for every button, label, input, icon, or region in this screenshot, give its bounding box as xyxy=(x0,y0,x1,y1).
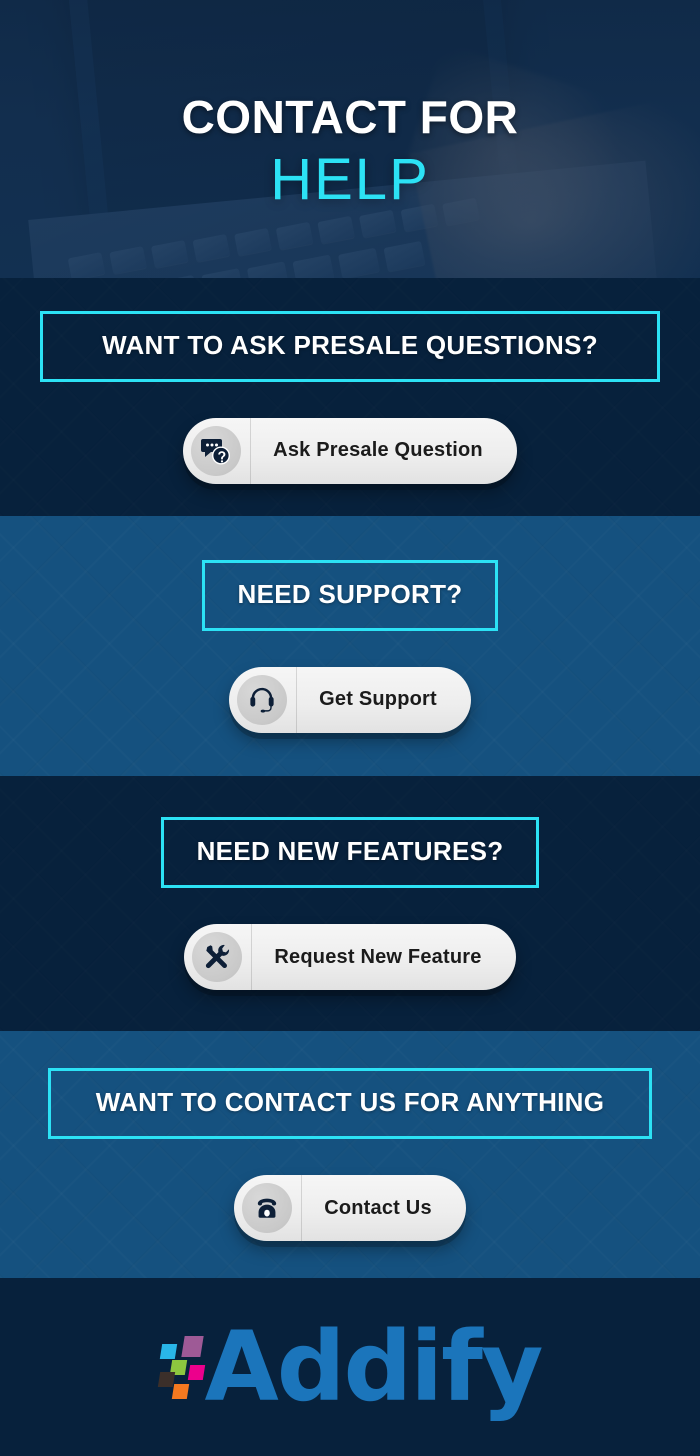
heading-box-contact: WANT TO CONTACT US FOR ANYTHING xyxy=(48,1068,652,1139)
section-presale-questions: WANT TO ASK PRESALE QUESTIONS? Ask Presa… xyxy=(0,278,700,516)
rotary-telephone-icon xyxy=(242,1183,293,1233)
footer-brand-bar: Addify xyxy=(0,1278,700,1456)
hero-title-line1: CONTACT FOR xyxy=(181,91,519,143)
logo-wordmark: Addify xyxy=(204,1310,544,1423)
logo-square-purple xyxy=(180,1336,204,1358)
button-label-contact: Contact Us xyxy=(324,1196,432,1219)
heading-text-presale: WANT TO ASK PRESALE QUESTIONS? xyxy=(102,329,598,360)
section-support: NEED SUPPORT? Get Support xyxy=(0,516,700,776)
addify-logo: Addify xyxy=(157,1310,544,1423)
logo-mark-squares xyxy=(157,1332,211,1402)
get-support-button[interactable]: Get Support xyxy=(229,666,471,733)
heading-box-features: NEED NEW FEATURES? xyxy=(161,817,539,888)
logo-square-cyan xyxy=(159,1344,177,1360)
contact-us-button[interactable]: Contact Us xyxy=(234,1175,466,1241)
hero-banner: CONTACT FOR HELP xyxy=(0,0,700,278)
button-label-presale: Ask Presale Question xyxy=(273,439,483,461)
logo-square-magenta xyxy=(187,1365,205,1381)
logo-square-orange xyxy=(171,1384,189,1400)
logo-square-brown xyxy=(157,1372,175,1388)
heading-box-support: NEED SUPPORT? xyxy=(202,559,498,631)
infographic-page: CONTACT FOR HELP WANT TO ASK PRESALE QUE… xyxy=(0,0,700,1456)
wrench-screwdriver-icon xyxy=(192,932,243,982)
button-label-features: Request New Feature xyxy=(274,945,482,968)
speech-bubbles-question-icon xyxy=(191,425,242,476)
ask-presale-question-button[interactable]: Ask Presale Question xyxy=(183,417,517,484)
section-contact-us: WANT TO CONTACT US FOR ANYTHING Contact … xyxy=(0,1031,700,1278)
headset-icon xyxy=(237,674,288,725)
button-label-support: Get Support xyxy=(319,688,437,710)
hero-title-line2: HELP xyxy=(270,147,430,212)
hero-text-block: CONTACT FOR HELP xyxy=(0,0,700,278)
heading-text-features: NEED NEW FEATURES? xyxy=(196,836,504,866)
heading-box-presale: WANT TO ASK PRESALE QUESTIONS? xyxy=(40,310,660,382)
heading-text-contact: WANT TO CONTACT US FOR ANYTHING xyxy=(95,1087,605,1117)
request-new-feature-button[interactable]: Request New Feature xyxy=(184,924,516,990)
section-new-features: NEED NEW FEATURES? Request New Feature xyxy=(0,776,700,1031)
heading-text-support: NEED SUPPORT? xyxy=(237,578,463,609)
